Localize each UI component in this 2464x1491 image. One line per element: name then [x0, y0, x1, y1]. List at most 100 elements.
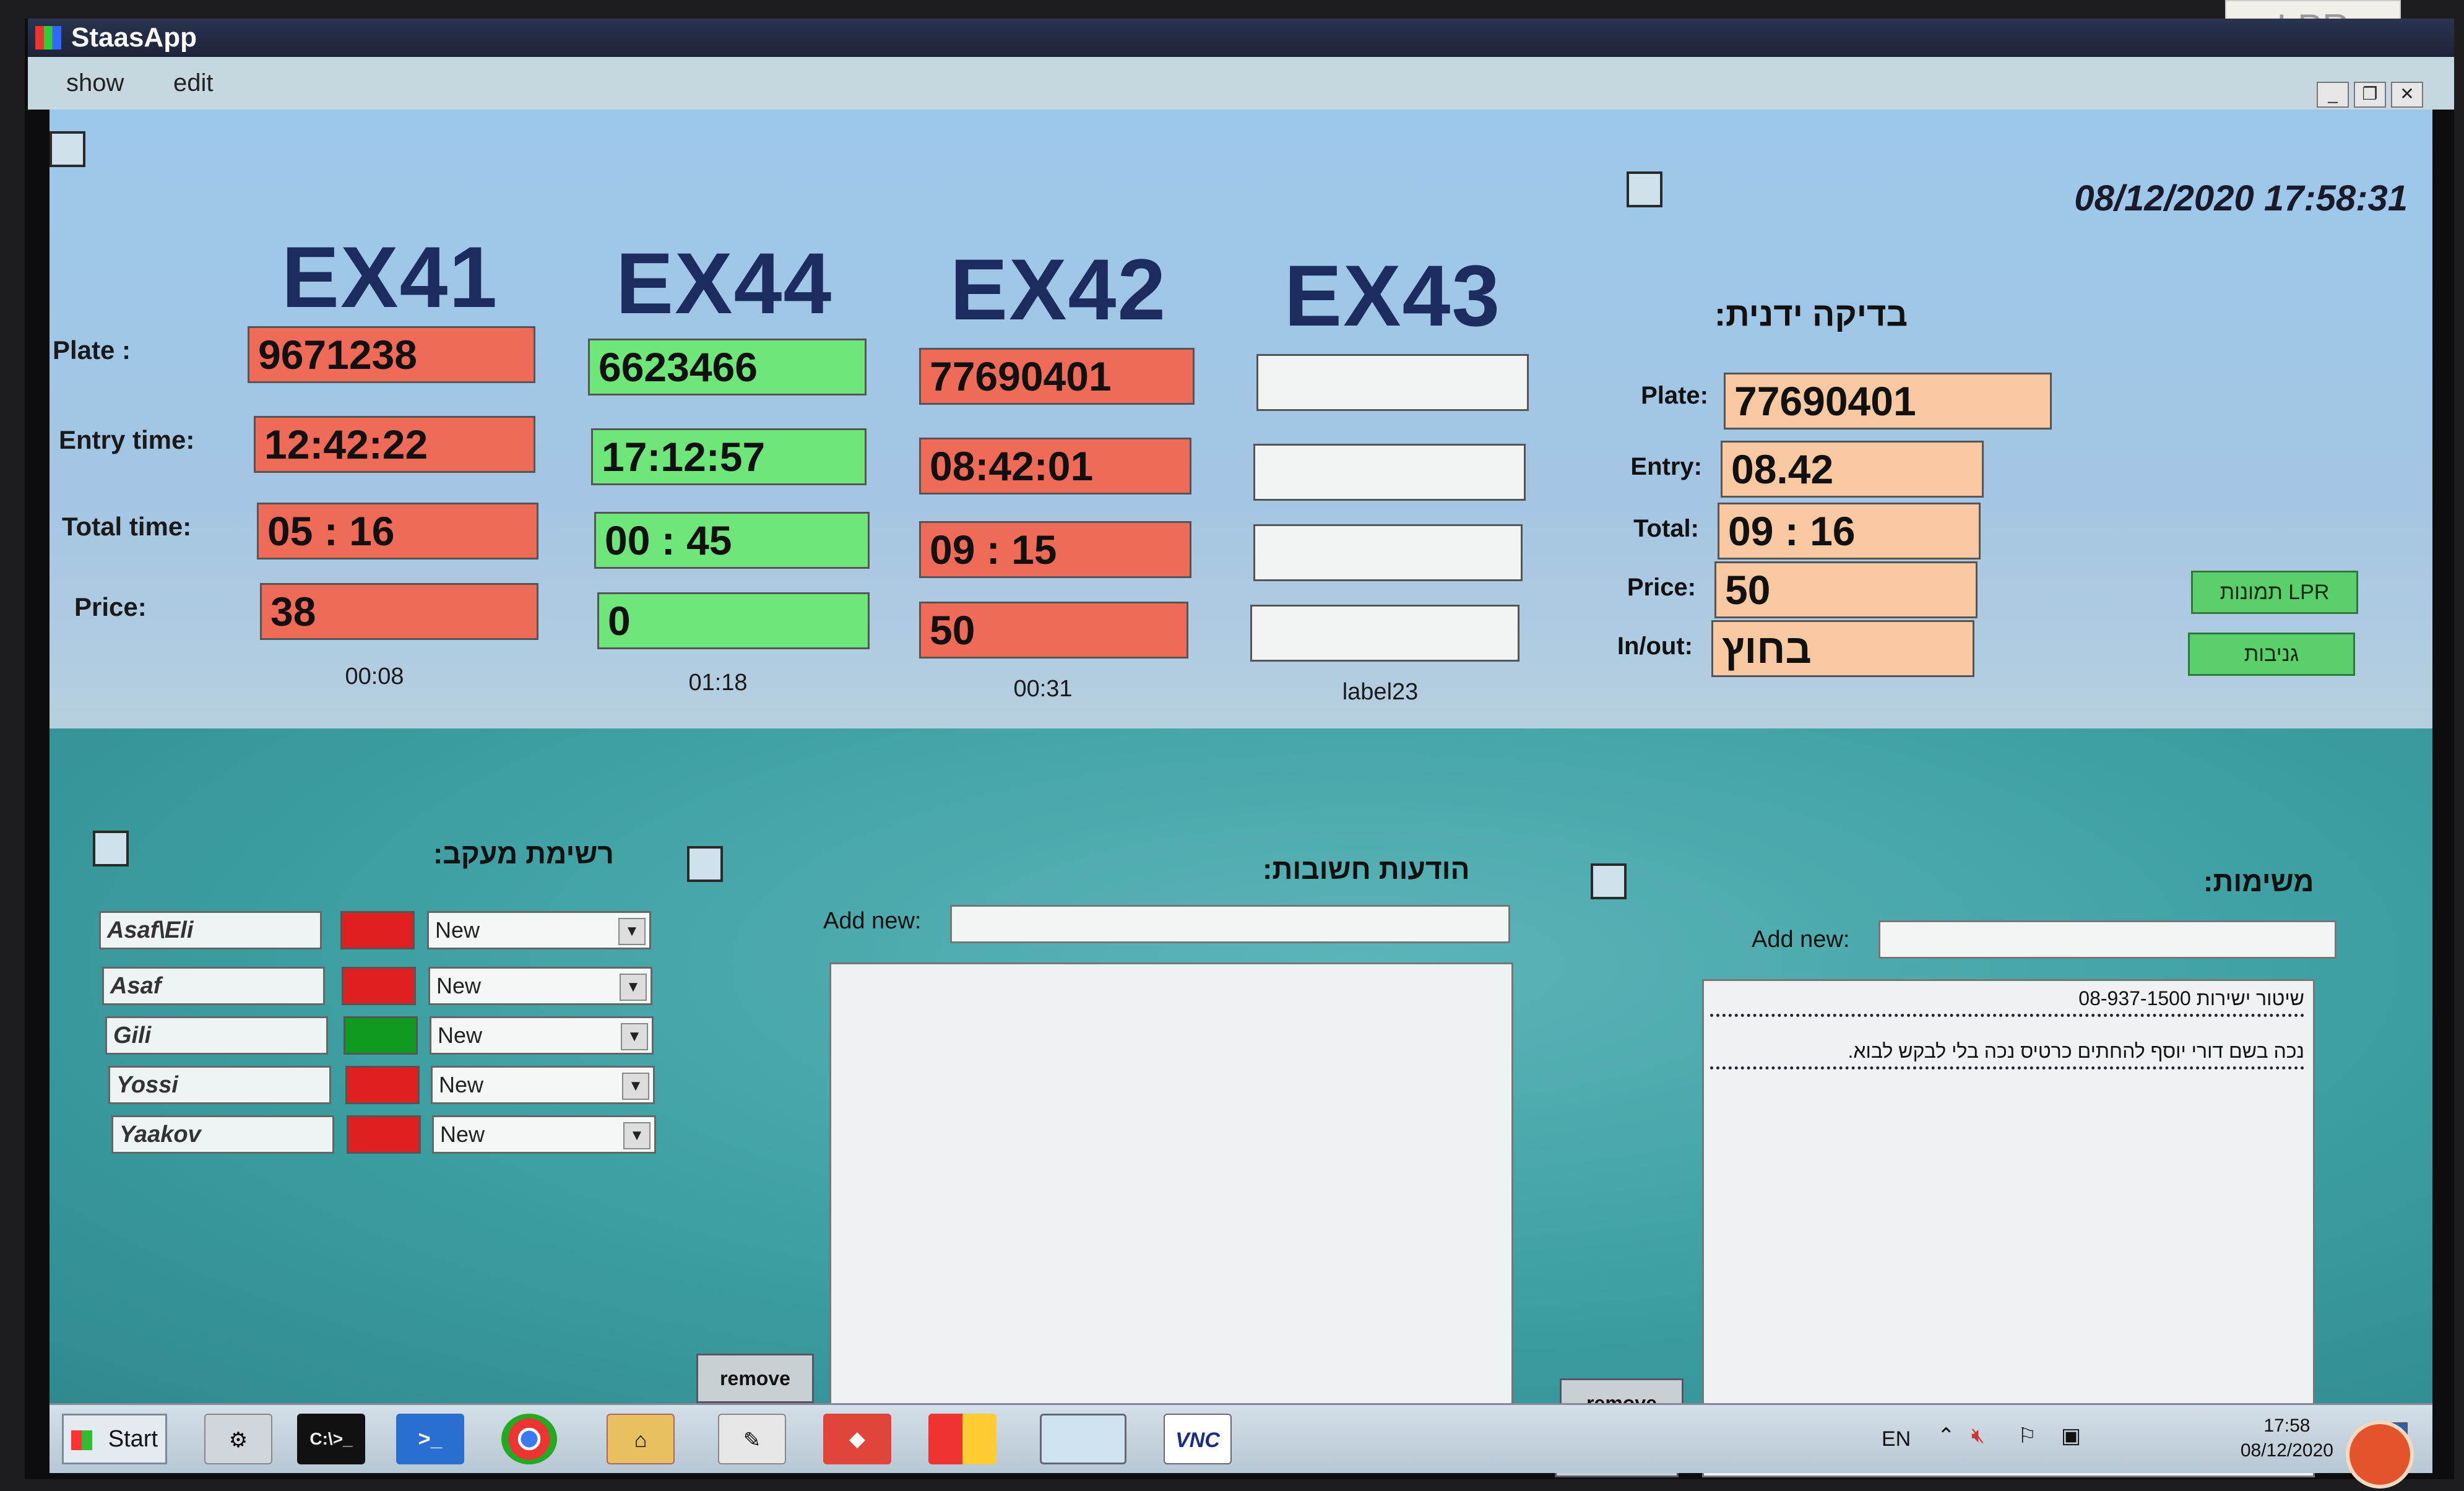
messages-title: הודעות חשובות: [1263, 853, 1470, 885]
ex43-total-time [1253, 524, 1523, 581]
tracking-status-select-3[interactable]: New ▼ [431, 1066, 655, 1104]
menu-bar: show edit _ ❐ ✕ [28, 57, 2454, 110]
task-item-0[interactable]: שיטור ישירות 08-937-1500 [1710, 987, 2304, 1017]
network-tool-icon[interactable]: ⚙ [204, 1414, 272, 1464]
tracking-name-3: Yossi [108, 1066, 331, 1104]
lane-header-ex43: EX43 [1284, 247, 1502, 344]
tracking-name-1: Asaf [102, 967, 325, 1005]
vnc-icon[interactable]: VNC [1164, 1414, 1232, 1464]
app-icon [35, 26, 61, 50]
ex43-entry-time [1253, 444, 1526, 501]
ex42-total-time: 09 : 15 [919, 521, 1191, 578]
tracking-title: רשימת מעקב: [433, 837, 614, 870]
manual-plate-label: Plate: [1641, 382, 1708, 409]
ex42-timer: 00:31 [1013, 676, 1073, 702]
action-center-flag-icon[interactable]: ⚐ [2018, 1424, 2036, 1448]
manual-entry-label: Entry: [1630, 453, 1702, 480]
ex42-price: 50 [919, 602, 1188, 659]
tasks-title: משימות: [2203, 865, 2314, 897]
lists-panel: רשימת מעקב: Asaf\Eli New ▼ Asaf New ▼ Gili… [50, 728, 2432, 1477]
menu-show[interactable]: show [66, 57, 124, 110]
tracking-status-color-2 [344, 1016, 418, 1055]
tracking-status-color-0 [340, 911, 415, 949]
tracking-status-color-4 [347, 1115, 421, 1154]
tracking-status-select-2[interactable]: New ▼ [430, 1016, 654, 1055]
window-controls: _ ❐ ✕ [2317, 82, 2423, 108]
datetime-display: 08/12/2020 17:58:31 [2074, 178, 2408, 218]
ex44-timer: 01:18 [688, 670, 748, 696]
title-bar: StaasApp [28, 19, 2454, 57]
lanes-panel: 08/12/2020 17:58:31 EX41 EX44 EX42 EX43 … [50, 110, 2432, 728]
tracking-status-select-1[interactable]: New ▼ [428, 967, 652, 1005]
ex42-plate: 77690401 [919, 348, 1195, 405]
ex41-entry-time: 12:42:22 [254, 416, 535, 473]
tracking-status-select-4[interactable]: New ▼ [432, 1115, 656, 1154]
top-left-checkbox[interactable] [50, 131, 85, 167]
lane-header-ex42: EX42 [949, 241, 1167, 338]
chevron-down-icon: ▼ [620, 974, 647, 1001]
ex44-plate: 6623466 [588, 339, 867, 395]
ex41-timer: 00:08 [345, 663, 404, 689]
lane-header-ex41: EX41 [281, 228, 499, 326]
tracking-status-select-0[interactable]: New ▼ [427, 911, 651, 949]
task-item-1[interactable]: נכה בשם דורי יוסף להחתים כרטיס נכה בלי ל… [1710, 1040, 2304, 1070]
volume-muted-icon[interactable]: 🔇︎ [1971, 1424, 1984, 1448]
plate-row-label: Plate : [53, 335, 131, 365]
entry-row-label: Entry time: [59, 425, 195, 454]
ex43-price [1250, 605, 1519, 662]
clock-time: 17:58 [2263, 1415, 2311, 1436]
control-panel-icon[interactable] [928, 1414, 996, 1464]
manual-price-input[interactable]: 50 [1714, 561, 1978, 618]
network-icon[interactable]: ▣ [2061, 1424, 2081, 1448]
ex43-plate [1256, 354, 1529, 411]
chrome-icon[interactable] [501, 1414, 557, 1464]
manual-inout-label: In/out: [1617, 633, 1693, 660]
home-folder-icon[interactable]: ⌂ [607, 1414, 675, 1464]
document-tool-icon[interactable]: ✎ [718, 1414, 786, 1464]
taskbar-clock[interactable]: 17:58 08/12/2020 [2241, 1414, 2333, 1463]
windows-logo-icon [71, 1430, 92, 1450]
messages-list[interactable] [829, 962, 1513, 1467]
app-body: 08/12/2020 17:58:31 EX41 EX44 EX42 EX43 … [50, 110, 2432, 1477]
clock-date: 08/12/2020 [2240, 1440, 2333, 1461]
messages-remove-button[interactable]: remove [696, 1354, 814, 1403]
total-row-label: Total time: [62, 512, 192, 541]
language-indicator[interactable]: EN [1882, 1427, 1911, 1451]
menu-edit[interactable]: edit [173, 57, 214, 110]
tasks-add-new-label: Add new: [1752, 927, 1850, 953]
manual-total-label: Total: [1633, 515, 1699, 542]
restore-button[interactable]: ❐ [2354, 82, 2386, 108]
chevron-down-icon: ▼ [618, 918, 646, 945]
messages-add-new-input[interactable] [950, 905, 1510, 943]
manual-entry-input[interactable]: 08.42 [1721, 441, 1984, 498]
window-title: StaasApp [71, 22, 197, 53]
messages-checkbox[interactable] [687, 846, 723, 882]
command-prompt-icon[interactable]: C:\>_ [297, 1414, 365, 1464]
manual-plate-input[interactable]: 77690401 [1724, 373, 2052, 430]
ex44-total-time: 00 : 45 [594, 512, 870, 569]
messages-add-new-label: Add new: [823, 908, 922, 934]
minimize-button[interactable]: _ [2317, 82, 2349, 108]
ex41-plate: 9671238 [248, 326, 535, 383]
manual-total-input[interactable]: 09 : 16 [1718, 503, 1981, 560]
start-button[interactable]: Start [62, 1414, 167, 1464]
tray-expand-icon[interactable]: ⌃ [1937, 1424, 1955, 1448]
tracking-status-color-1 [342, 967, 416, 1005]
chevron-down-icon: ▼ [623, 1122, 651, 1149]
ex42-entry-time: 08:42:01 [919, 438, 1191, 495]
remote-app-icon[interactable]: ◆ [823, 1414, 891, 1464]
manual-price-label: Price: [1627, 574, 1696, 601]
manual-check-checkbox[interactable] [1627, 171, 1662, 207]
price-row-label: Price: [74, 592, 147, 621]
ex44-price: 0 [597, 592, 870, 649]
lpr-images-button[interactable]: LPR תמונות [2191, 571, 2358, 614]
theft-button[interactable]: גניבות [2188, 633, 2355, 676]
tasks-add-new-input[interactable] [1878, 920, 2336, 959]
tracking-checkbox[interactable] [93, 831, 129, 867]
tasks-checkbox[interactable] [1591, 863, 1627, 899]
powershell-icon[interactable]: >_ [396, 1414, 464, 1464]
close-button[interactable]: ✕ [2391, 82, 2423, 108]
taskbar: Start ⚙ C:\>_ >_ ⌂ ✎ ◆ VNC EN ⌃ 🔇︎ ⚐ ▣ 1… [50, 1403, 2432, 1473]
staasapp-taskbar-item[interactable] [1040, 1414, 1126, 1464]
manual-check-title: בדיקה ידנית: [1714, 296, 1908, 333]
